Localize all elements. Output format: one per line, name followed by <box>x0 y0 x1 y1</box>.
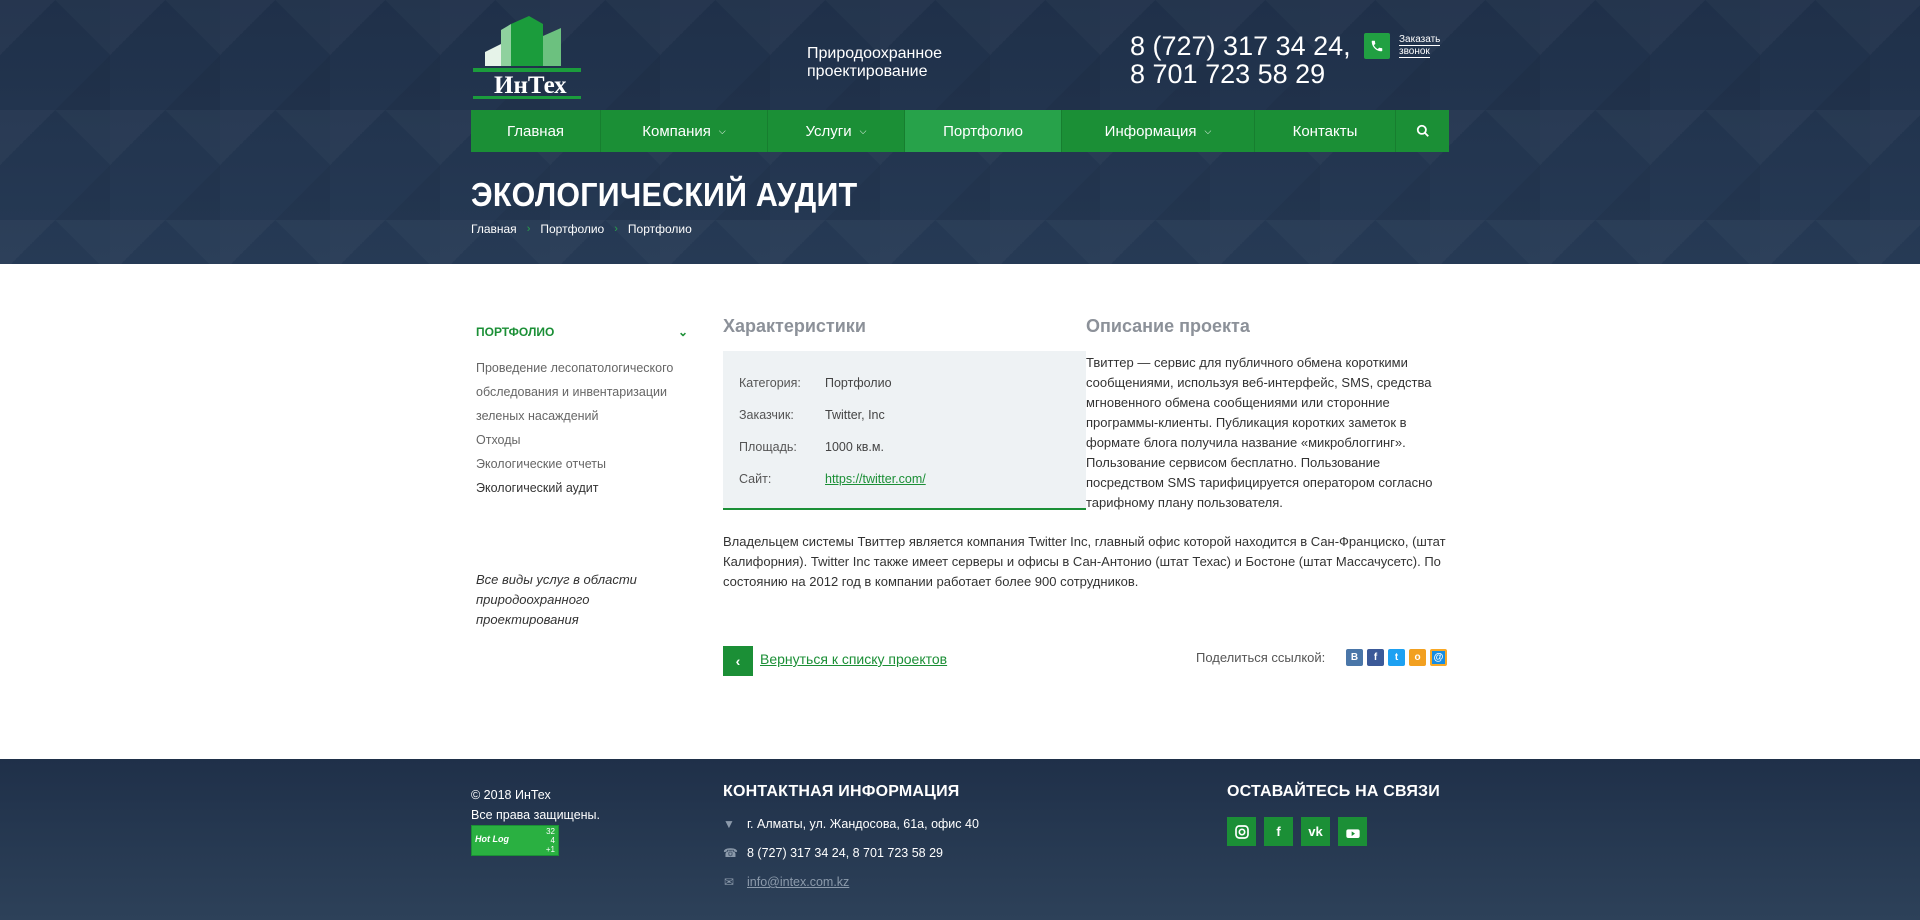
description-paragraph: Владельцем системы Твиттер является комп… <box>723 534 1446 589</box>
chevron-right-icon: › <box>526 223 531 235</box>
header-phones: 8 (727) 317 34 24, 8 701 723 58 29 <box>1130 32 1351 88</box>
tagline: Природоохранное проектирование <box>807 45 1007 81</box>
facebook-share-icon[interactable]: f <box>1367 649 1384 666</box>
footer-phones: 8 (727) 317 34 24, 8 701 723 58 29 <box>747 846 943 860</box>
email-row: ✉ info@intex.com.kz <box>723 875 849 889</box>
nav-label: Портфолио <box>943 122 1023 140</box>
mailru-share-icon[interactable]: @ <box>1430 649 1447 666</box>
description-paragraph: Твиттер — сервис для публичного обмена к… <box>1086 355 1433 510</box>
counter-num: +1 <box>545 845 555 854</box>
twitter-share-icon[interactable]: t <box>1388 649 1405 666</box>
back-button[interactable]: ‹ <box>723 646 753 676</box>
phone-2[interactable]: 8 701 723 58 29 <box>1130 60 1351 88</box>
prop-label: Сайт: <box>739 472 772 486</box>
characteristics-table: Категория: Портфолио Заказчик: Twitter, … <box>723 351 1086 510</box>
chevron-down-icon: ⌵ <box>859 125 867 136</box>
counter-label: Hot Log <box>475 834 509 844</box>
main-nav: Главная Компания ⌵ Услуги ⌵ Портфолио Инфо… <box>471 110 1449 152</box>
social-links: f vk <box>1227 817 1367 846</box>
phone-icon[interactable] <box>1364 33 1390 59</box>
phone-icon: ☎ <box>723 846 738 860</box>
search-icon <box>1416 124 1429 137</box>
sidebar: ПОРТФОЛИО ⌄ Проведение лесопатологическо… <box>476 325 688 500</box>
social-heading: ОСТАВАЙТЕСЬ НА СВЯЗИ <box>1227 783 1440 800</box>
nav-item-home[interactable]: Главная <box>471 110 601 152</box>
prop-value: Twitter, Inc <box>825 408 885 422</box>
prop-label: Площадь: <box>739 440 797 454</box>
footer: © 2018 ИнТех Все права защищены. Hot Log… <box>0 759 1920 920</box>
nav-item-information[interactable]: Информация ⌵ <box>1062 110 1255 152</box>
prop-value: 1000 кв.м. <box>825 440 884 454</box>
page-title: ЭКОЛОГИЧЕСКИЙ АУДИТ <box>471 176 858 213</box>
share-label: Поделиться ссылкой: <box>1196 650 1326 665</box>
chevron-down-icon: ⌄ <box>677 325 688 339</box>
sidebar-item[interactable]: Отходы <box>476 428 688 452</box>
odnoklassniki-share-icon[interactable]: o <box>1409 649 1426 666</box>
facebook-icon[interactable]: f <box>1264 817 1293 846</box>
counter-num: 32 <box>546 827 555 836</box>
site-link[interactable]: https://twitter.com/ <box>825 463 926 495</box>
nav-label: Контакты <box>1292 122 1358 140</box>
address: г. Алматы, ул. Жандосова, 61а, офис 40 <box>747 817 979 831</box>
nav-item-company[interactable]: Компания ⌵ <box>601 110 768 152</box>
sidebar-heading-label: ПОРТФОЛИО <box>476 325 555 339</box>
prop-value: Портфолио <box>825 376 892 390</box>
nav-item-contacts[interactable]: Контакты <box>1255 110 1396 152</box>
logo-text[interactable]: ИнТех <box>494 72 567 100</box>
sidebar-note: Все виды услуг в области природоохранног… <box>476 572 637 627</box>
contact-heading: КОНТАКТНАЯ ИНФОРМАЦИЯ <box>723 783 960 800</box>
prop-row: Сайт: https://twitter.com/ <box>739 463 1070 495</box>
prop-row: Заказчик: Twitter, Inc <box>739 399 1070 431</box>
instagram-icon[interactable] <box>1227 817 1256 846</box>
breadcrumb-item: Портфолио <box>627 222 692 236</box>
sidebar-item[interactable]: Проведение лесопатологического обследова… <box>476 356 688 428</box>
sidebar-item[interactable]: Экологические отчеты <box>476 452 688 476</box>
breadcrumb-item[interactable]: Главная <box>471 222 517 236</box>
rights-text: Все права защищены. <box>471 808 601 822</box>
phone-row: ☎ 8 (727) 317 34 24, 8 701 723 58 29 <box>723 846 943 860</box>
email-link[interactable]: info@intex.com.kz <box>747 875 849 889</box>
sidebar-item[interactable]: Экологический аудит <box>476 476 688 500</box>
search-button[interactable] <box>1396 110 1449 152</box>
tagline-line: Природоохранное <box>807 45 942 62</box>
back-link[interactable]: Вернуться к списку проектов <box>760 651 947 667</box>
characteristics-heading: Характеристики <box>723 316 866 336</box>
breadcrumb-item[interactable]: Портфолио <box>540 222 604 236</box>
tagline-line: проектирование <box>807 63 928 80</box>
description-heading: Описание проекта <box>1086 316 1250 336</box>
phone-1[interactable]: 8 (727) 317 34 24, <box>1130 32 1351 60</box>
nav-label: Компания <box>642 122 711 140</box>
share-icons: В f t o @ <box>1346 649 1447 666</box>
counter-numbers: 32 4 +1 <box>546 827 555 854</box>
hotlog-counter[interactable]: Hot Log 32 4 +1 <box>471 825 559 856</box>
breadcrumb: Главная › Портфолио › Портфолио <box>471 222 692 236</box>
chevron-left-icon: ‹ <box>735 653 741 669</box>
callback-line: звонок <box>1399 46 1430 58</box>
map-pin-icon: ▼ <box>723 817 735 831</box>
callback-line: Заказать <box>1399 34 1441 46</box>
sidebar-heading[interactable]: ПОРТФОЛИО ⌄ <box>476 325 688 339</box>
nav-label: Главная <box>506 122 565 140</box>
callback-link[interactable]: Заказать звонок <box>1399 34 1441 58</box>
prop-row: Площадь: 1000 кв.м. <box>739 431 1070 463</box>
youtube-icon[interactable] <box>1338 817 1367 846</box>
prop-label: Категория: <box>739 376 801 390</box>
vk-icon[interactable]: vk <box>1301 817 1330 846</box>
envelope-icon: ✉ <box>723 875 735 889</box>
vk-share-icon[interactable]: В <box>1346 649 1363 666</box>
copyright: © 2018 ИнТех Все права защищены. <box>471 785 600 825</box>
prop-row: Категория: Портфолио <box>739 367 1070 399</box>
chevron-right-icon: › <box>614 223 618 235</box>
nav-item-services[interactable]: Услуги ⌵ <box>768 110 905 152</box>
copyright-text: © 2018 ИнТех <box>471 788 551 802</box>
nav-item-portfolio[interactable]: Портфолио <box>905 110 1062 152</box>
chevron-down-icon: ⌵ <box>1204 125 1212 136</box>
chevron-down-icon: ⌵ <box>718 125 726 136</box>
counter-num: 4 <box>550 836 555 845</box>
address-row: ▼ г. Алматы, ул. Жандосова, 61а, офис 40 <box>723 817 979 831</box>
nav-label: Информация <box>1104 122 1197 140</box>
header: ИнТех Природоохранное проектирование 8 (… <box>0 0 1920 264</box>
prop-label: Заказчик: <box>739 408 794 422</box>
nav-label: Услуги <box>805 122 852 140</box>
